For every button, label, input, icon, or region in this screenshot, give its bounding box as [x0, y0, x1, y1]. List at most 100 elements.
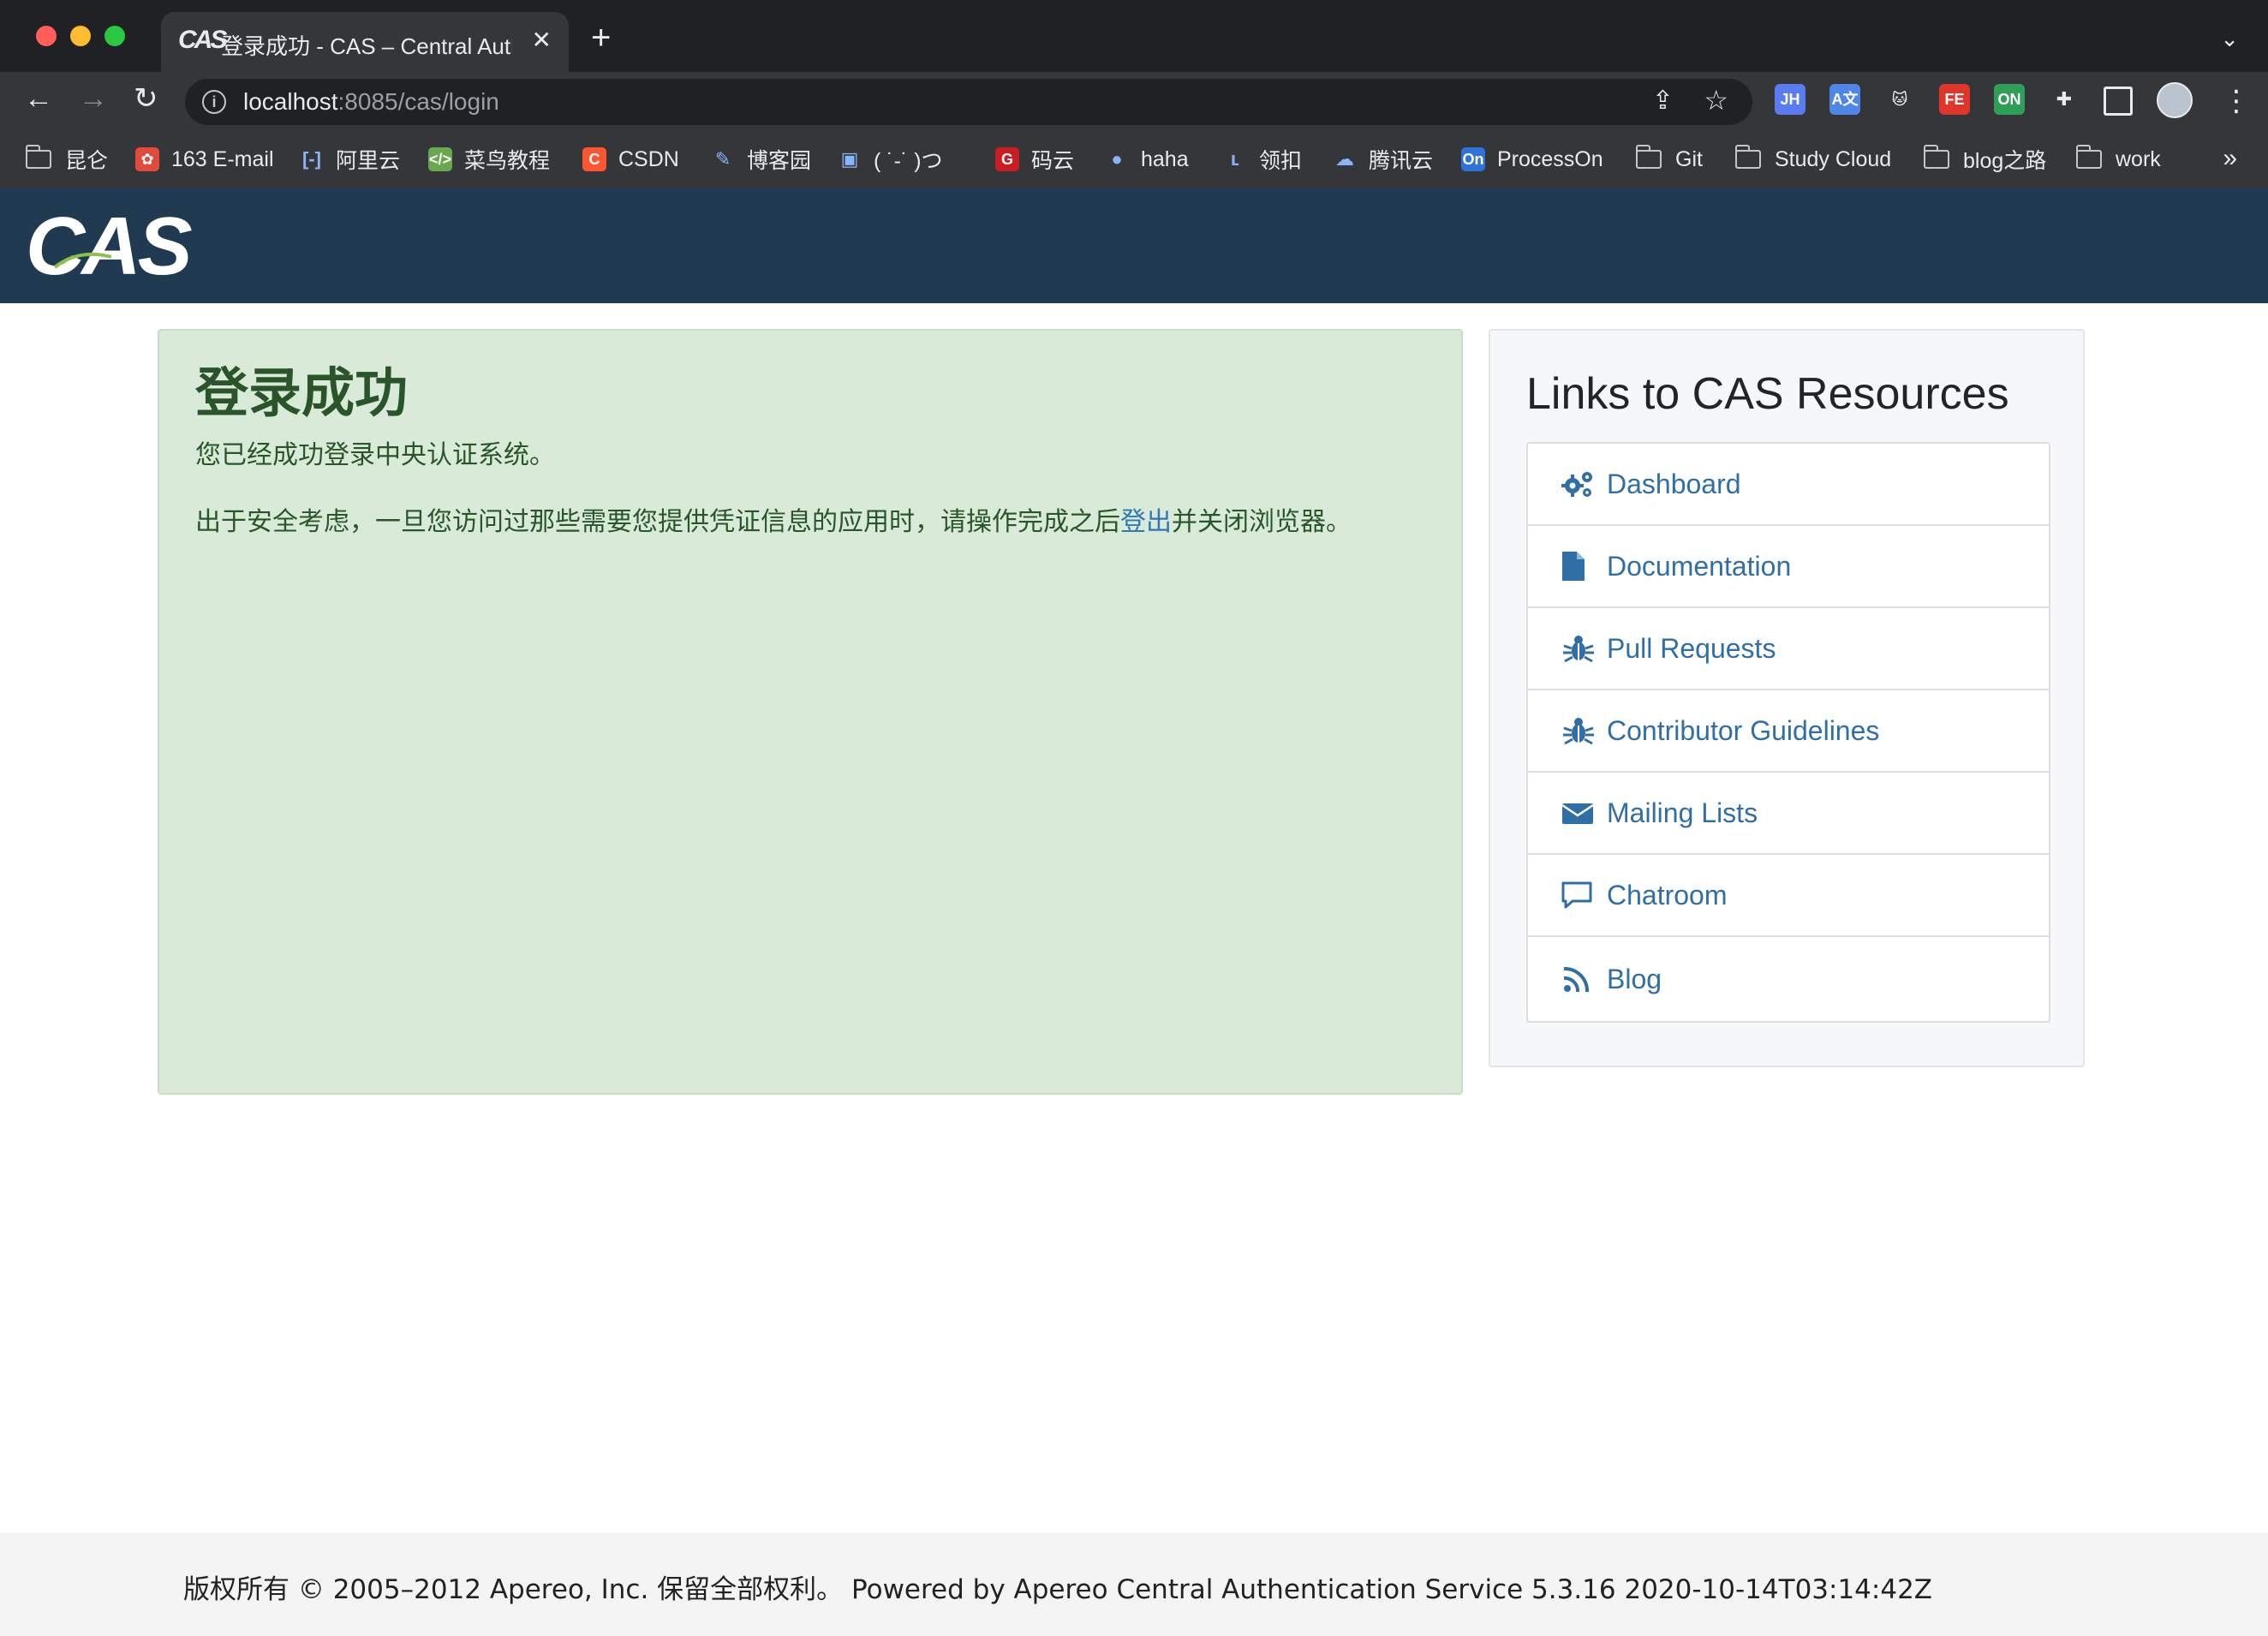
bookmark-label: blog之路 [1963, 149, 2047, 173]
bug-icon [1561, 715, 1597, 746]
bilibili-icon: ▣ [838, 147, 862, 171]
resource-link-dashboard[interactable]: Dashboard [1528, 444, 2049, 526]
bookmark-item[interactable]: work [2075, 144, 2161, 175]
resource-link-documentation[interactable]: Documentation [1528, 526, 2049, 608]
profile-avatar[interactable] [2157, 82, 2193, 118]
resource-link-label[interactable]: Documentation [1607, 551, 1791, 582]
security-notice-suffix: 并关闭浏览器。 [1172, 507, 1352, 537]
translate-extension-icon[interactable]: A文 [1829, 84, 1860, 115]
bookmark-label: 昆仑 [65, 149, 109, 173]
bookmark-item[interactable]: ● haha [1105, 144, 1189, 175]
success-title: 登录成功 [195, 361, 409, 424]
bookmark-item[interactable]: C CSDN [582, 144, 679, 175]
bookmark-label: Git [1675, 146, 1703, 171]
bookmark-item[interactable]: </> 菜鸟教程 [428, 144, 550, 175]
page-footer: 版权所有 © 2005–2012 Apereo, Inc. 保留全部权利。 Po… [0, 1533, 2268, 1636]
bookmarks-overflow-icon[interactable]: » [2223, 144, 2237, 173]
site-info-icon[interactable]: i [202, 90, 226, 114]
window-close-button[interactable] [36, 26, 57, 46]
bookmark-item[interactable]: 昆仑 [25, 144, 109, 175]
extensions-puzzle-icon[interactable]: ✚ [2049, 84, 2080, 115]
bookmark-item[interactable]: On ProcessOn [1461, 144, 1603, 175]
bookmark-label: 领扣 [1259, 149, 1303, 173]
bookmark-label: 163 E-mail [171, 146, 274, 171]
tab-search-chevron-icon[interactable]: ⌄ [2220, 26, 2239, 52]
bookmark-item[interactable]: blog之路 [1923, 144, 2047, 175]
tab-active[interactable]: CAS 登录成功 - CAS – Central Authe ✕ [161, 12, 569, 72]
bookmark-item[interactable]: Study Cloud [1734, 144, 1892, 175]
bookmark-item[interactable]: G 码云 [995, 144, 1074, 175]
processon-icon: On [1461, 147, 1485, 171]
resource-link-label[interactable]: Contributor Guidelines [1607, 715, 1879, 747]
url-text[interactable]: localhost:8085/cas/login [243, 88, 499, 116]
cnblogs-icon: ✎ [711, 147, 735, 171]
resource-link-blog[interactable]: Blog [1528, 937, 2049, 1021]
bookmark-label: 阿里云 [336, 149, 401, 173]
resources-title: Links to CAS Resources [1526, 369, 2009, 419]
tab-close-icon[interactable]: ✕ [532, 26, 552, 54]
resource-link-label[interactable]: Pull Requests [1607, 633, 1776, 665]
runoob-icon: </> [428, 147, 452, 171]
success-message: 您已经成功登录中央认证系统。 [195, 440, 555, 470]
bookmark-item[interactable]: ☁ 腾讯云 [1333, 144, 1433, 175]
bookmark-item[interactable]: ✿ 163 E-mail [135, 144, 274, 175]
resource-link-label[interactable]: Chatroom [1607, 880, 1728, 911]
envelope-icon [1561, 797, 1597, 828]
footer-copyright: 版权所有 © 2005–2012 Apereo, Inc. 保留全部权利。 Po… [183, 1574, 1933, 1605]
window-maximize-button[interactable] [104, 26, 125, 46]
folder-icon [1635, 145, 1662, 169]
bookmark-item[interactable]: Git [1635, 144, 1703, 175]
bookmark-item[interactable]: ʟ 领扣 [1223, 144, 1302, 175]
logout-link[interactable]: 登出 [1120, 507, 1172, 537]
on-extension-icon[interactable]: ON [1994, 84, 2025, 115]
login-success-panel: 登录成功 您已经成功登录中央认证系统。 出于安全考虑，一旦您访问过那些需要您提供… [158, 329, 1463, 1095]
bookmark-item[interactable]: ▣ ( ˙-˙ )つ [838, 144, 943, 175]
bookmark-label: 腾讯云 [1369, 149, 1434, 173]
cas-resources-panel: Links to CAS Resources Dashboard Document… [1489, 329, 2085, 1067]
cas-favicon-icon: CAS [178, 26, 227, 54]
share-icon[interactable]: ⇪ [1652, 86, 1674, 116]
bug-icon [1561, 633, 1597, 664]
security-notice-prefix: 出于安全考虑，一旦您访问过那些需要您提供凭证信息的应用时，请操作完成之后 [195, 507, 1120, 537]
bookmark-label: Study Cloud [1775, 146, 1892, 171]
window-minimize-button[interactable] [70, 26, 91, 46]
bookmark-label: 博客园 [747, 149, 812, 173]
browser-toolbar: ← → ↻ i localhost:8085/cas/login ⇪ ☆ [0, 72, 2268, 132]
resources-list: Dashboard Documentation Pull Requests Contr… [1526, 442, 2050, 1023]
resource-link-mailing-lists[interactable]: Mailing Lists [1528, 773, 2049, 855]
resource-link-label[interactable]: Blog [1607, 964, 1662, 995]
bookmark-label: 码云 [1031, 149, 1075, 173]
resource-link-chatroom[interactable]: Chatroom [1528, 855, 2049, 937]
resource-link-label[interactable]: Mailing Lists [1607, 797, 1758, 829]
bookmark-item[interactable]: [-] 阿里云 [300, 144, 400, 175]
reload-icon[interactable]: ↻ [134, 84, 158, 113]
cas-logo: CAS [26, 200, 193, 292]
resource-link-pull-requests[interactable]: Pull Requests [1528, 608, 2049, 690]
side-panel-icon[interactable] [2104, 87, 2133, 116]
bookmark-label: haha [1141, 146, 1189, 171]
fe-extension-icon[interactable]: FE [1939, 84, 1970, 115]
csdn-icon: C [582, 147, 606, 171]
resource-link-contributor-guidelines[interactable]: Contributor Guidelines [1528, 690, 2049, 773]
url-path: :8085/cas/login [337, 88, 499, 115]
gitee-icon: G [995, 147, 1019, 171]
rss-icon [1561, 964, 1597, 994]
bookmark-item[interactable]: ✎ 博客园 [711, 144, 811, 175]
address-bar[interactable]: i localhost:8085/cas/login ⇪ ☆ [185, 79, 1752, 125]
bookmark-label: work [2116, 146, 2161, 171]
resource-link-label[interactable]: Dashboard [1607, 469, 1741, 500]
aliyun-icon: [-] [300, 147, 324, 171]
bookmark-star-icon[interactable]: ☆ [1704, 84, 1728, 116]
browser-menu-icon[interactable]: ⋮ [2222, 84, 2251, 118]
security-notice: 出于安全考虑，一旦您访问过那些需要您提供凭证信息的应用时，请操作完成之后登出并关… [195, 500, 1352, 538]
cas-header: CAS [0, 188, 2268, 303]
new-tab-button[interactable]: + [591, 21, 611, 55]
tab-strip: CAS 登录成功 - CAS – Central Authe ✕ + ⌄ [0, 0, 2268, 72]
cogs-icon [1561, 469, 1597, 499]
back-arrow-icon[interactable]: ← [24, 84, 53, 113]
cat-extension-icon[interactable]: 🐱 [1884, 84, 1915, 115]
forward-arrow-icon[interactable]: → [79, 84, 108, 113]
tencent-cloud-icon: ☁ [1333, 147, 1357, 171]
jh-extension-icon[interactable]: JH [1775, 84, 1805, 115]
leetcode-icon: ʟ [1223, 147, 1247, 171]
